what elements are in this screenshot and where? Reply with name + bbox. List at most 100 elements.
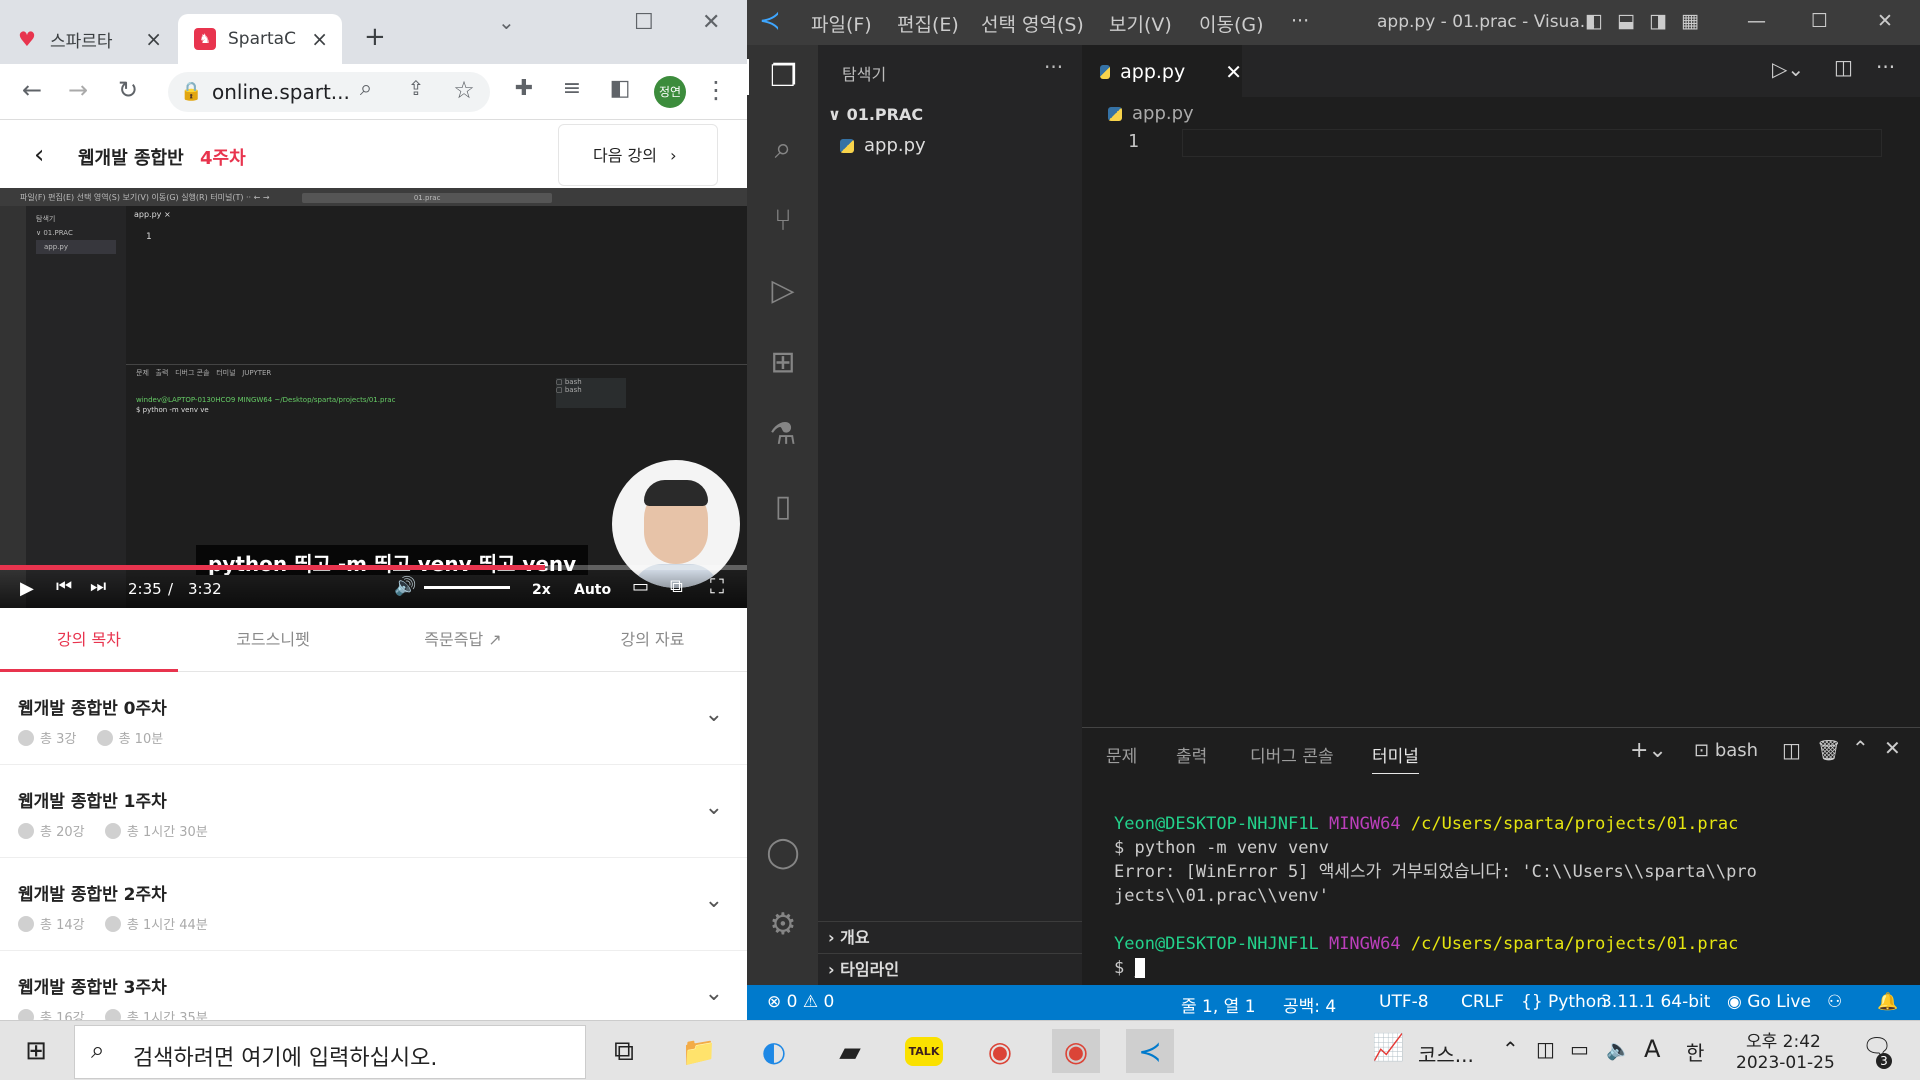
customize-layout-icon[interactable]: ▦ (1681, 10, 1699, 32)
task-view-icon[interactable]: ⧉ (600, 1029, 648, 1073)
menu-file[interactable]: 파일(F) (811, 10, 872, 37)
bell-icon[interactable]: 🔔 (1877, 992, 1898, 1012)
menu-kebab-icon[interactable]: ⋮ (700, 76, 732, 104)
toggle-secondary-sidebar-icon[interactable]: ◨ (1649, 10, 1667, 32)
toggle-sidebar-icon[interactable]: ◧ (1585, 10, 1603, 32)
speed-button[interactable]: 2x (532, 582, 551, 598)
skip-forward-icon[interactable]: ⏭ (90, 576, 106, 597)
captions-icon[interactable]: ▭ (632, 576, 649, 597)
share-icon[interactable]: ⇪ (400, 76, 432, 100)
encoding[interactable]: UTF-8 (1379, 992, 1429, 1012)
tray-app-label[interactable]: 코스... (1418, 1039, 1474, 1068)
timeline-section[interactable]: › 타임라인 (818, 953, 1082, 985)
browser-tab-1[interactable]: ♥ 스파르타 × (0, 14, 176, 64)
menu-more[interactable]: ··· (1291, 10, 1309, 32)
chart-app-icon[interactable]: 📈 (1372, 1033, 1404, 1063)
end-of-line[interactable]: CRLF (1461, 992, 1504, 1012)
cursor-position[interactable]: 줄 1, 열 1 (1181, 992, 1256, 1017)
week-item[interactable]: 웹개발 종합반 1주차 총 20강 총 1시간 30분 ⌄ (0, 765, 747, 858)
gear-icon[interactable]: ⚙ (765, 907, 801, 943)
menu-go[interactable]: 이동(G) (1199, 10, 1264, 37)
chrome-active-icon[interactable]: ◉ (1052, 1029, 1100, 1073)
menu-selection[interactable]: 선택 영역(S) (981, 10, 1084, 37)
play-icon[interactable]: ▶ (20, 578, 34, 599)
sticky-notes-icon[interactable]: ▰ (826, 1029, 874, 1073)
account-icon[interactable]: ◯ (765, 835, 801, 871)
new-terminal-icon[interactable]: +⌄ (1630, 738, 1667, 763)
ime-language-indicator[interactable]: 한 (1686, 1037, 1704, 1066)
fullscreen-icon[interactable]: ⛶ (710, 574, 724, 598)
terminal-shell-selector[interactable]: ⊡ bash (1694, 740, 1758, 761)
forward-icon[interactable]: → (62, 76, 94, 104)
tab-terminal[interactable]: 터미널 (1372, 742, 1419, 774)
profile-avatar[interactable]: 정연 (654, 76, 686, 108)
file-explorer-icon[interactable]: 📁 (675, 1029, 723, 1073)
clock-time[interactable]: 오후 2:42 (1746, 1027, 1821, 1052)
volume-icon[interactable]: 🔊 (394, 576, 416, 597)
tab-debug-console[interactable]: 디버그 콘솔 (1250, 742, 1334, 767)
maximize-icon[interactable]: ☐ (634, 10, 654, 35)
zoom-icon[interactable]: ⌕ (350, 76, 382, 101)
address-bar[interactable]: 🔒 online.spart... (168, 72, 490, 112)
volume-icon[interactable]: 🔈 (1606, 1037, 1631, 1061)
week-item[interactable]: 웹개발 종합반 2주차 총 14강 총 1시간 44분 ⌄ (0, 858, 747, 951)
vscode-taskbar-icon[interactable]: ≺ (1126, 1029, 1174, 1073)
terminal-output[interactable]: Yeon@DESKTOP-NHJNF1L MINGW64 /c/Users/sp… (1114, 812, 1757, 980)
reading-list-icon[interactable]: ≡ (556, 76, 588, 101)
chevron-down-icon[interactable]: ⌄ (705, 981, 723, 1006)
problems-status[interactable]: ⊗ 0 ⚠ 0 (767, 992, 834, 1012)
menu-edit[interactable]: 편집(E) (897, 10, 959, 37)
tab-problems[interactable]: 문제 (1106, 742, 1137, 767)
language-mode[interactable]: {} Python (1521, 992, 1607, 1012)
tab-lecture-materials[interactable]: 강의 자료 (558, 608, 747, 672)
tab-code-snippet[interactable]: 코드스니펫 (178, 608, 368, 672)
week-item[interactable]: 웹개발 종합반 3주차 총 16강 총 1시간 35분 ⌄ (0, 951, 747, 1020)
testing-flask-icon[interactable]: ⚗ (765, 417, 801, 453)
webcam-icon[interactable]: ◫ (1536, 1037, 1555, 1061)
split-editor-icon[interactable]: ◫ (1834, 55, 1853, 79)
bookmark-star-icon[interactable]: ☆ (448, 76, 480, 104)
indentation[interactable]: 공백: 4 (1283, 992, 1336, 1017)
edge-icon[interactable]: ◐ (750, 1029, 798, 1073)
maximize-panel-icon[interactable]: ⌃ (1852, 736, 1869, 760)
menu-view[interactable]: 보기(V) (1109, 10, 1172, 37)
folder-row[interactable]: ∨ 01.PRAC (818, 101, 1082, 129)
browser-tab-2[interactable]: ♞ SpartaCo × (178, 14, 342, 64)
run-debug-icon[interactable]: ▷ (765, 273, 801, 309)
python-interpreter[interactable]: 3.11.1 64-bit (1601, 992, 1710, 1012)
toggle-panel-icon[interactable]: ⬓ (1617, 10, 1635, 32)
chevron-down-icon[interactable]: ⌄ (705, 702, 723, 727)
close-tab-icon[interactable]: ✕ (1225, 60, 1242, 84)
chevron-down-icon[interactable]: ⌄ (705, 888, 723, 913)
notebook-icon[interactable]: ▯ (765, 489, 801, 525)
explorer-icon[interactable]: ❐ (747, 59, 818, 95)
close-tab-icon[interactable]: × (145, 27, 162, 51)
editor-area[interactable]: app.py ✕ ▷⌄ ◫ ··· app.py 1 (1082, 45, 1920, 727)
run-python-icon[interactable]: ▷⌄ (1772, 57, 1804, 81)
tab-lecture-toc[interactable]: 강의 목차 (0, 608, 178, 672)
search-icon[interactable]: ⌕ (765, 131, 801, 167)
extensions-icon[interactable]: ✚ (508, 76, 540, 101)
back-icon[interactable]: ← (16, 76, 48, 104)
minimize-icon[interactable]: — (1747, 10, 1766, 32)
tab-search-icon[interactable]: ⌄ (498, 10, 515, 34)
tray-chevron-up-icon[interactable]: ⌃ (1502, 1037, 1519, 1061)
video-player[interactable]: 파일(F) 편집(E) 선택 영역(S) 보기(V) 이동(G) 실행(R) 터… (0, 188, 747, 608)
extensions-icon[interactable]: ⊞ (765, 345, 801, 381)
maximize-icon[interactable]: ☐ (1811, 10, 1828, 32)
close-panel-icon[interactable]: ✕ (1884, 736, 1901, 760)
volume-slider[interactable] (424, 586, 510, 589)
more-actions-icon[interactable]: ··· (1876, 55, 1895, 79)
week-item[interactable]: 웹개발 종합반 0주차 총 3강 총 10분 ⌄ (0, 672, 747, 765)
chevron-down-icon[interactable]: ⌄ (705, 795, 723, 820)
breadcrumb[interactable]: app.py (1108, 103, 1194, 124)
feedback-icon[interactable]: ⚇ (1827, 992, 1842, 1012)
skip-back-icon[interactable]: ⏮ (56, 576, 72, 597)
kakaotalk-icon[interactable]: TALK (900, 1029, 948, 1073)
source-control-icon[interactable]: ⑂ (765, 203, 801, 239)
close-window-icon[interactable]: ✕ (1877, 10, 1893, 32)
tab-instant-qna[interactable]: 즉문즉답 ↗ (368, 608, 558, 672)
go-live-button[interactable]: ◉ Go Live (1727, 992, 1811, 1012)
side-panel-icon[interactable]: ◧ (604, 76, 636, 101)
new-tab-button[interactable]: + (364, 22, 386, 52)
